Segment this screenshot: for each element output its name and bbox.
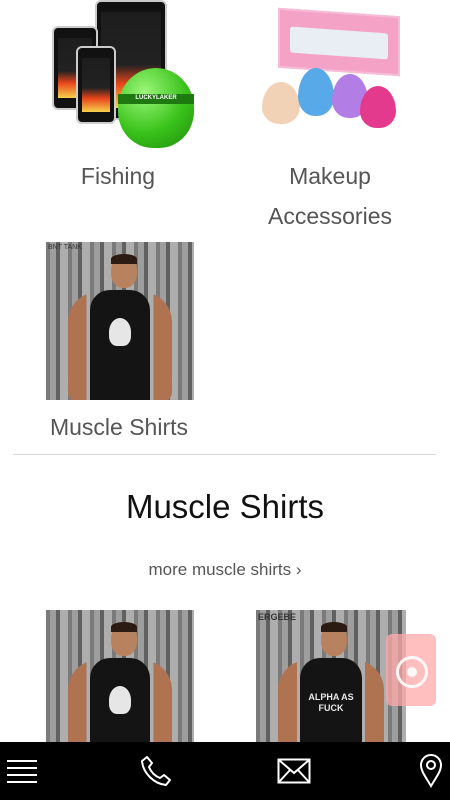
section-title: Muscle Shirts — [125, 488, 325, 525]
category-label-fishing[interactable]: Fishing — [18, 156, 218, 196]
muscle-shirts-image[interactable]: BNT TANK — [46, 242, 194, 400]
floating-action-button[interactable] — [386, 634, 436, 706]
skull-emblem — [109, 686, 131, 714]
product-image-alpha[interactable]: ERGEBE ALPHA AS FUCK — [256, 610, 406, 742]
sponge-box-graphic — [278, 7, 400, 77]
target-icon — [396, 656, 428, 688]
sponge-graphic — [262, 82, 300, 124]
location-button[interactable] — [412, 742, 450, 800]
mail-icon — [277, 758, 311, 784]
sponge-graphic — [298, 68, 334, 116]
menu-button[interactable] — [0, 742, 44, 800]
shirt-print-text: ALPHA AS FUCK — [308, 692, 354, 713]
category-label-makeup[interactable]: Makeup Accessories — [230, 156, 430, 236]
sonar-ball-graphic: LUCKYLAKER — [118, 68, 194, 148]
phone-graphic — [76, 46, 116, 124]
skull-emblem — [109, 318, 131, 346]
sponge-graphic — [360, 86, 396, 128]
brand-tag: BNT TANK — [48, 244, 82, 251]
email-button[interactable] — [272, 742, 316, 800]
more-muscle-shirts-link[interactable]: more muscle shirts › — [0, 560, 450, 580]
bottom-nav-bar — [0, 742, 450, 800]
menu-icon — [7, 760, 37, 783]
makeup-image[interactable] — [256, 0, 406, 150]
location-pin-icon — [419, 754, 443, 788]
section-divider — [13, 454, 436, 455]
product-image-punisher[interactable] — [46, 610, 194, 742]
fishing-image[interactable]: LUCKYLAKER — [48, 0, 198, 150]
call-button[interactable] — [132, 742, 180, 800]
phone-icon — [141, 756, 171, 786]
category-label-muscle-shirts[interactable]: Muscle Shirts — [19, 407, 219, 447]
